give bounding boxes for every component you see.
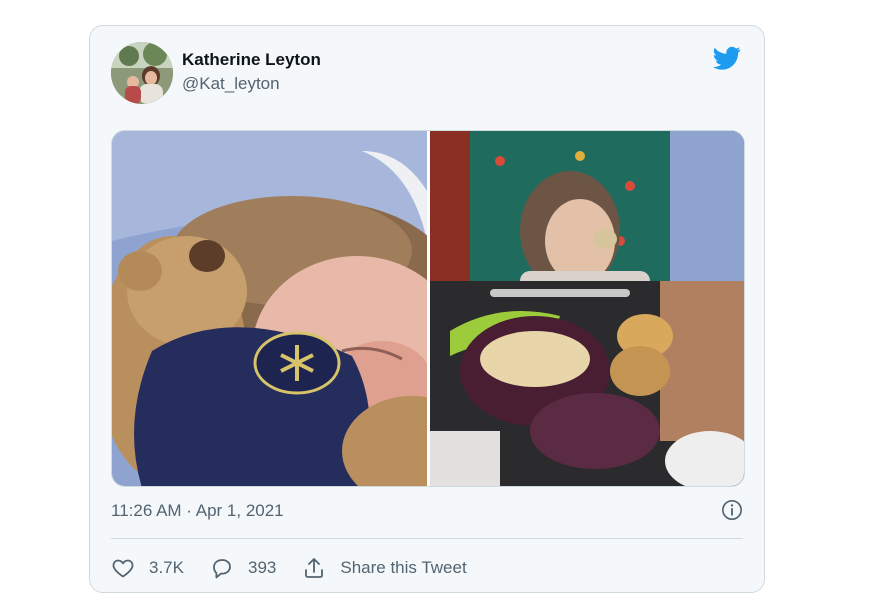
share-label: Share this Tweet <box>340 558 467 577</box>
author-handle[interactable]: @Kat_leyton <box>182 74 280 94</box>
actions-divider <box>111 538 743 539</box>
tweet-media[interactable] <box>111 130 745 487</box>
photo-sleeping-child-with-teddy-bear[interactable] <box>112 131 482 486</box>
share-button[interactable]: Share this Tweet <box>302 556 467 580</box>
heart-icon <box>112 559 134 578</box>
like-count: 3.7K <box>149 558 184 577</box>
author-name[interactable]: Katherine Leyton <box>182 50 321 70</box>
like-button[interactable]: 3.7K <box>111 556 184 580</box>
reply-count: 393 <box>247 558 277 577</box>
reply-button[interactable]: 393 <box>210 556 276 580</box>
tweet-card[interactable]: Katherine Leyton @Kat_leyton 11:26 AM · … <box>89 25 765 593</box>
tweet-actions: 3.7K 393 Share this Tweet <box>111 553 493 583</box>
tweet-timestamp[interactable]: 11:26 AM · Apr 1, 2021 <box>111 501 284 521</box>
info-icon[interactable] <box>721 499 743 521</box>
share-icon <box>305 558 324 578</box>
twitter-bird-icon[interactable] <box>711 44 743 72</box>
author-avatar[interactable] <box>111 42 173 104</box>
photo-child-eating-at-tray[interactable] <box>430 131 744 486</box>
reply-icon <box>213 559 231 579</box>
